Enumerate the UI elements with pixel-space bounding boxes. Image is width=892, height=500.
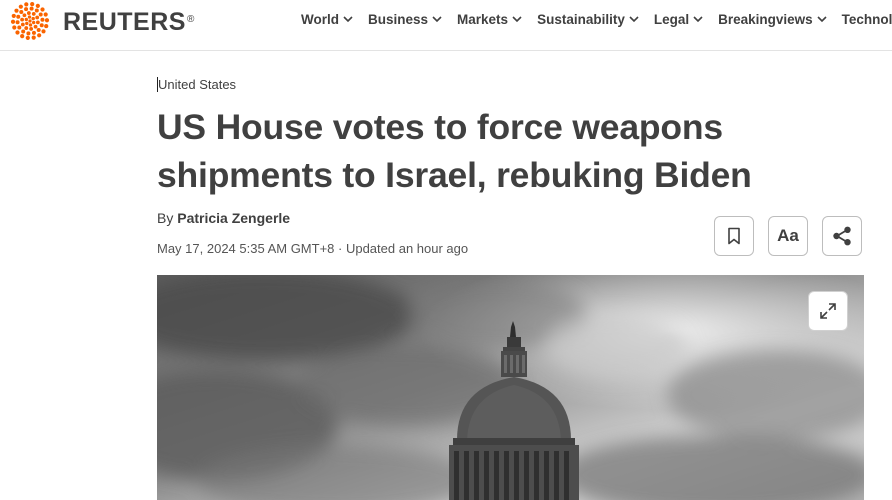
logo-dot bbox=[10, 19, 16, 24]
logo-dot bbox=[28, 19, 32, 23]
font-size-label: Aa bbox=[777, 226, 799, 245]
logo-dot bbox=[31, 16, 35, 21]
chevron-down-icon bbox=[693, 15, 703, 22]
logo-dot bbox=[35, 3, 40, 9]
chevron-down-icon bbox=[512, 15, 522, 22]
logo-dot bbox=[29, 27, 34, 31]
logo-dot bbox=[35, 15, 40, 20]
share-icon bbox=[833, 226, 851, 246]
chevron-down-icon bbox=[343, 15, 353, 22]
logo-dot bbox=[20, 17, 25, 22]
logo-dot bbox=[24, 17, 29, 22]
logo-dot bbox=[40, 7, 45, 12]
logo-dot bbox=[25, 21, 29, 26]
registered-mark: ® bbox=[186, 14, 195, 25]
nav-item-label: World bbox=[301, 11, 339, 27]
byline-prefix: By bbox=[157, 210, 174, 226]
logo-dot bbox=[25, 35, 30, 40]
capitol-dome-image bbox=[157, 275, 864, 500]
byline: By Patricia Zengerle bbox=[157, 210, 290, 226]
brand-name: REUTERS bbox=[63, 8, 186, 36]
reuters-wordmark: REUTERS® bbox=[63, 4, 195, 40]
logo-dot bbox=[31, 12, 36, 16]
author-link[interactable]: Patricia Zengerle bbox=[177, 210, 290, 226]
reuters-logo-icon bbox=[10, 2, 50, 40]
nav-item-label: Markets bbox=[457, 11, 509, 27]
logo-dot bbox=[43, 12, 48, 17]
logo-dot bbox=[24, 2, 29, 7]
logo-dot bbox=[15, 30, 20, 35]
logo-dot bbox=[44, 18, 50, 23]
nav-item-world[interactable]: World bbox=[301, 12, 353, 27]
expand-icon bbox=[820, 303, 836, 319]
logo-dot bbox=[18, 4, 23, 9]
font-size-button[interactable]: Aa bbox=[768, 216, 808, 256]
nav-item-technology[interactable]: Technology bbox=[842, 12, 892, 27]
logo-dot bbox=[38, 12, 43, 17]
article-headline: US House votes to force weapons shipments… bbox=[157, 103, 797, 199]
logo-dot bbox=[12, 25, 17, 30]
nav-item-sustainability[interactable]: Sustainability bbox=[537, 12, 639, 27]
nav-item-breakingviews[interactable]: Breakingviews bbox=[718, 12, 827, 27]
logo-dot bbox=[20, 33, 25, 39]
logo-dot bbox=[31, 35, 36, 40]
bookmark-icon bbox=[728, 227, 740, 245]
logo-dot bbox=[37, 33, 42, 38]
headline-line-1: US House votes to force weapons bbox=[157, 107, 723, 147]
headline-line-2: shipments to Israel, rebuking Biden bbox=[157, 155, 752, 195]
nav-item-markets[interactable]: Markets bbox=[457, 12, 522, 27]
chevron-down-icon bbox=[629, 15, 639, 22]
section-kicker[interactable]: United States bbox=[157, 77, 236, 92]
logo-dot bbox=[14, 8, 19, 13]
logo-dot bbox=[19, 10, 24, 15]
logo-dot bbox=[26, 11, 31, 15]
logo-dot bbox=[21, 29, 26, 34]
logo-dot bbox=[31, 20, 36, 25]
logo-dot bbox=[34, 8, 39, 13]
nav-item-label: Sustainability bbox=[537, 11, 625, 27]
nav-item-label: Technology bbox=[841, 11, 892, 27]
nav-item-label: Breakingviews bbox=[718, 11, 813, 27]
logo-dot bbox=[35, 20, 40, 25]
logo-dot bbox=[27, 15, 32, 19]
reuters-logo[interactable]: REUTERS® bbox=[7, 1, 195, 43]
section-kicker-label: United States bbox=[158, 77, 237, 92]
share-button[interactable] bbox=[822, 216, 862, 256]
chevron-down-icon bbox=[817, 15, 827, 22]
logo-dot bbox=[36, 27, 41, 32]
logo-dot bbox=[41, 29, 46, 34]
logo-dot bbox=[33, 24, 38, 29]
logo-dot bbox=[24, 26, 29, 30]
logo-dot bbox=[39, 23, 44, 28]
logo-dot bbox=[16, 14, 21, 19]
logo-dot bbox=[17, 25, 22, 30]
logo-dot bbox=[40, 17, 45, 22]
article-photo[interactable] bbox=[157, 275, 864, 500]
nav-item-legal[interactable]: Legal bbox=[654, 12, 703, 27]
logo-dot bbox=[11, 13, 16, 19]
dateline: May 17, 2024 5:35 AM GMT+8 · Updated an … bbox=[157, 241, 469, 256]
nav-item-label: Business bbox=[368, 11, 429, 27]
main-nav: World Business Markets Sustainability Le… bbox=[301, 0, 892, 38]
nav-item-business[interactable]: Business bbox=[368, 12, 442, 27]
top-navigation-bar: REUTERS® World Business Markets Sustaina… bbox=[0, 0, 892, 51]
nav-item-label: Legal bbox=[653, 11, 690, 27]
logo-dot bbox=[30, 2, 35, 7]
logo-dot bbox=[29, 6, 34, 11]
expand-photo-button[interactable] bbox=[808, 291, 848, 331]
logo-dot bbox=[26, 31, 31, 36]
logo-dot bbox=[31, 30, 36, 35]
logo-dot bbox=[22, 13, 27, 18]
logo-dot bbox=[20, 22, 25, 27]
chevron-down-icon bbox=[432, 15, 442, 22]
logo-dot bbox=[24, 7, 29, 12]
logo-dot bbox=[44, 23, 49, 29]
logo-dot bbox=[15, 20, 20, 25]
logo-dot bbox=[28, 23, 33, 27]
bookmark-button[interactable] bbox=[714, 216, 754, 256]
